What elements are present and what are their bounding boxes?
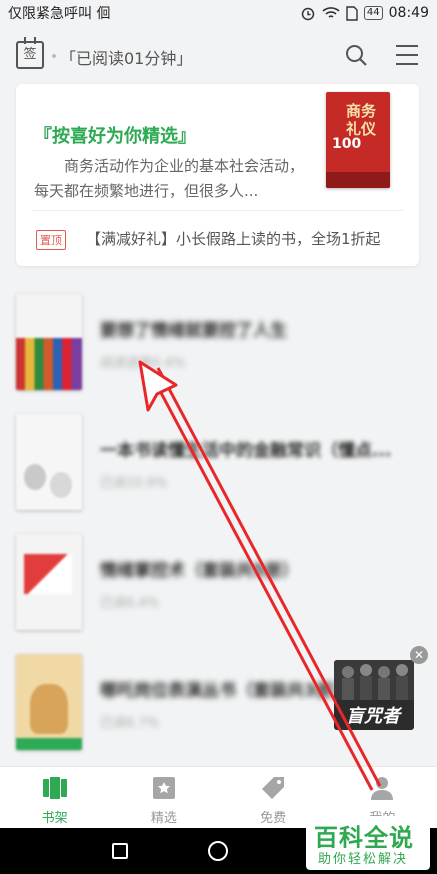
status-icons: 44 08:49 bbox=[300, 5, 429, 21]
recommended-book-cover[interactable]: 商务礼仪 100 bbox=[326, 92, 390, 188]
tab-label: 精选 bbox=[150, 811, 177, 826]
app-header: 签 「已阅读01分钟」 bbox=[0, 26, 437, 84]
sim-icon bbox=[346, 5, 358, 21]
ad-figures-image bbox=[334, 660, 414, 700]
divider bbox=[32, 210, 403, 211]
wifi-icon bbox=[322, 7, 340, 18]
book-progress: 已读6.7% bbox=[100, 716, 160, 731]
battery-level: 44 bbox=[363, 6, 383, 20]
recommendation-description: 商务活动作为企业的基本社会活动，每天都在频繁地进行，但很多人... bbox=[34, 157, 305, 200]
book-cover[interactable] bbox=[16, 414, 82, 510]
pinned-badge: 置顶 bbox=[36, 230, 66, 250]
cover-number: 100 bbox=[332, 136, 362, 152]
separator-dot bbox=[52, 54, 56, 58]
user-icon bbox=[371, 777, 394, 800]
tab-label: 书架 bbox=[41, 811, 68, 826]
book-progress: 已读6.4% bbox=[100, 596, 160, 611]
carrier-text: 仅限紧急呼叫 佪 bbox=[8, 6, 111, 22]
star-book-icon bbox=[152, 777, 175, 799]
book-cover[interactable] bbox=[16, 294, 82, 390]
tab-featured[interactable]: 精选 bbox=[109, 767, 218, 828]
book-item[interactable]: 要想了情绪就要控了人生 阅读进度0.4% bbox=[16, 294, 421, 390]
alarm-icon bbox=[301, 7, 315, 21]
cover-title: 商务礼仪 bbox=[346, 102, 377, 138]
book-item[interactable]: 一本书读懂生活中的金融常识（懂点... 已读10.9% bbox=[16, 414, 421, 510]
book-title: 一本书读懂生活中的金融常识（懂点... bbox=[100, 441, 392, 461]
book-progress: 阅读进度0.4% bbox=[100, 356, 186, 371]
watermark-subtitle: 助你轻松解决 bbox=[318, 848, 409, 867]
status-bar: 仅限紧急呼叫 佪 44 08:49 bbox=[0, 0, 437, 26]
recent-apps-button[interactable] bbox=[112, 843, 128, 859]
tag-icon bbox=[262, 777, 285, 799]
ad-title: 盲咒者 bbox=[346, 706, 400, 727]
bookshelf-icon bbox=[42, 777, 67, 799]
promo-link[interactable]: 【满减好礼】小长假路上读的书，全场1折起 bbox=[86, 228, 381, 249]
clock: 08:49 bbox=[388, 5, 429, 21]
close-icon[interactable]: ✕ bbox=[410, 646, 428, 664]
menu-icon[interactable] bbox=[395, 43, 419, 67]
book-progress: 已读10.9% bbox=[100, 476, 168, 491]
book-title: 要想了情绪就要控了人生 bbox=[100, 321, 287, 341]
book-title: 情绪掌控术（套装共5册） bbox=[100, 561, 299, 581]
tab-bookshelf[interactable]: 书架 bbox=[0, 767, 109, 828]
watermark: 百科全说 助你轻松解决 bbox=[306, 816, 430, 870]
book-cover[interactable] bbox=[16, 534, 82, 630]
book-item[interactable]: 情绪掌控术（套装共5册） 已读6.4% bbox=[16, 534, 421, 630]
home-button[interactable] bbox=[208, 841, 228, 861]
book-title: 哪吒岗位表演丛书（套装共3册） bbox=[100, 681, 350, 701]
book-cover[interactable] bbox=[16, 654, 82, 750]
sign-in-calendar-icon[interactable]: 签 bbox=[16, 37, 44, 69]
floating-ad[interactable]: 盲咒者 bbox=[334, 660, 414, 730]
read-time-label[interactable]: 「已阅读01分钟」 bbox=[60, 45, 192, 69]
recommendation-title: 『按喜好为你精选』 bbox=[34, 126, 196, 147]
search-icon[interactable] bbox=[344, 43, 368, 67]
recommendation-card[interactable]: 『按喜好为你精选』 商务活动作为企业的基本社会活动，每天都在频繁地进行，但很多人… bbox=[16, 84, 419, 266]
